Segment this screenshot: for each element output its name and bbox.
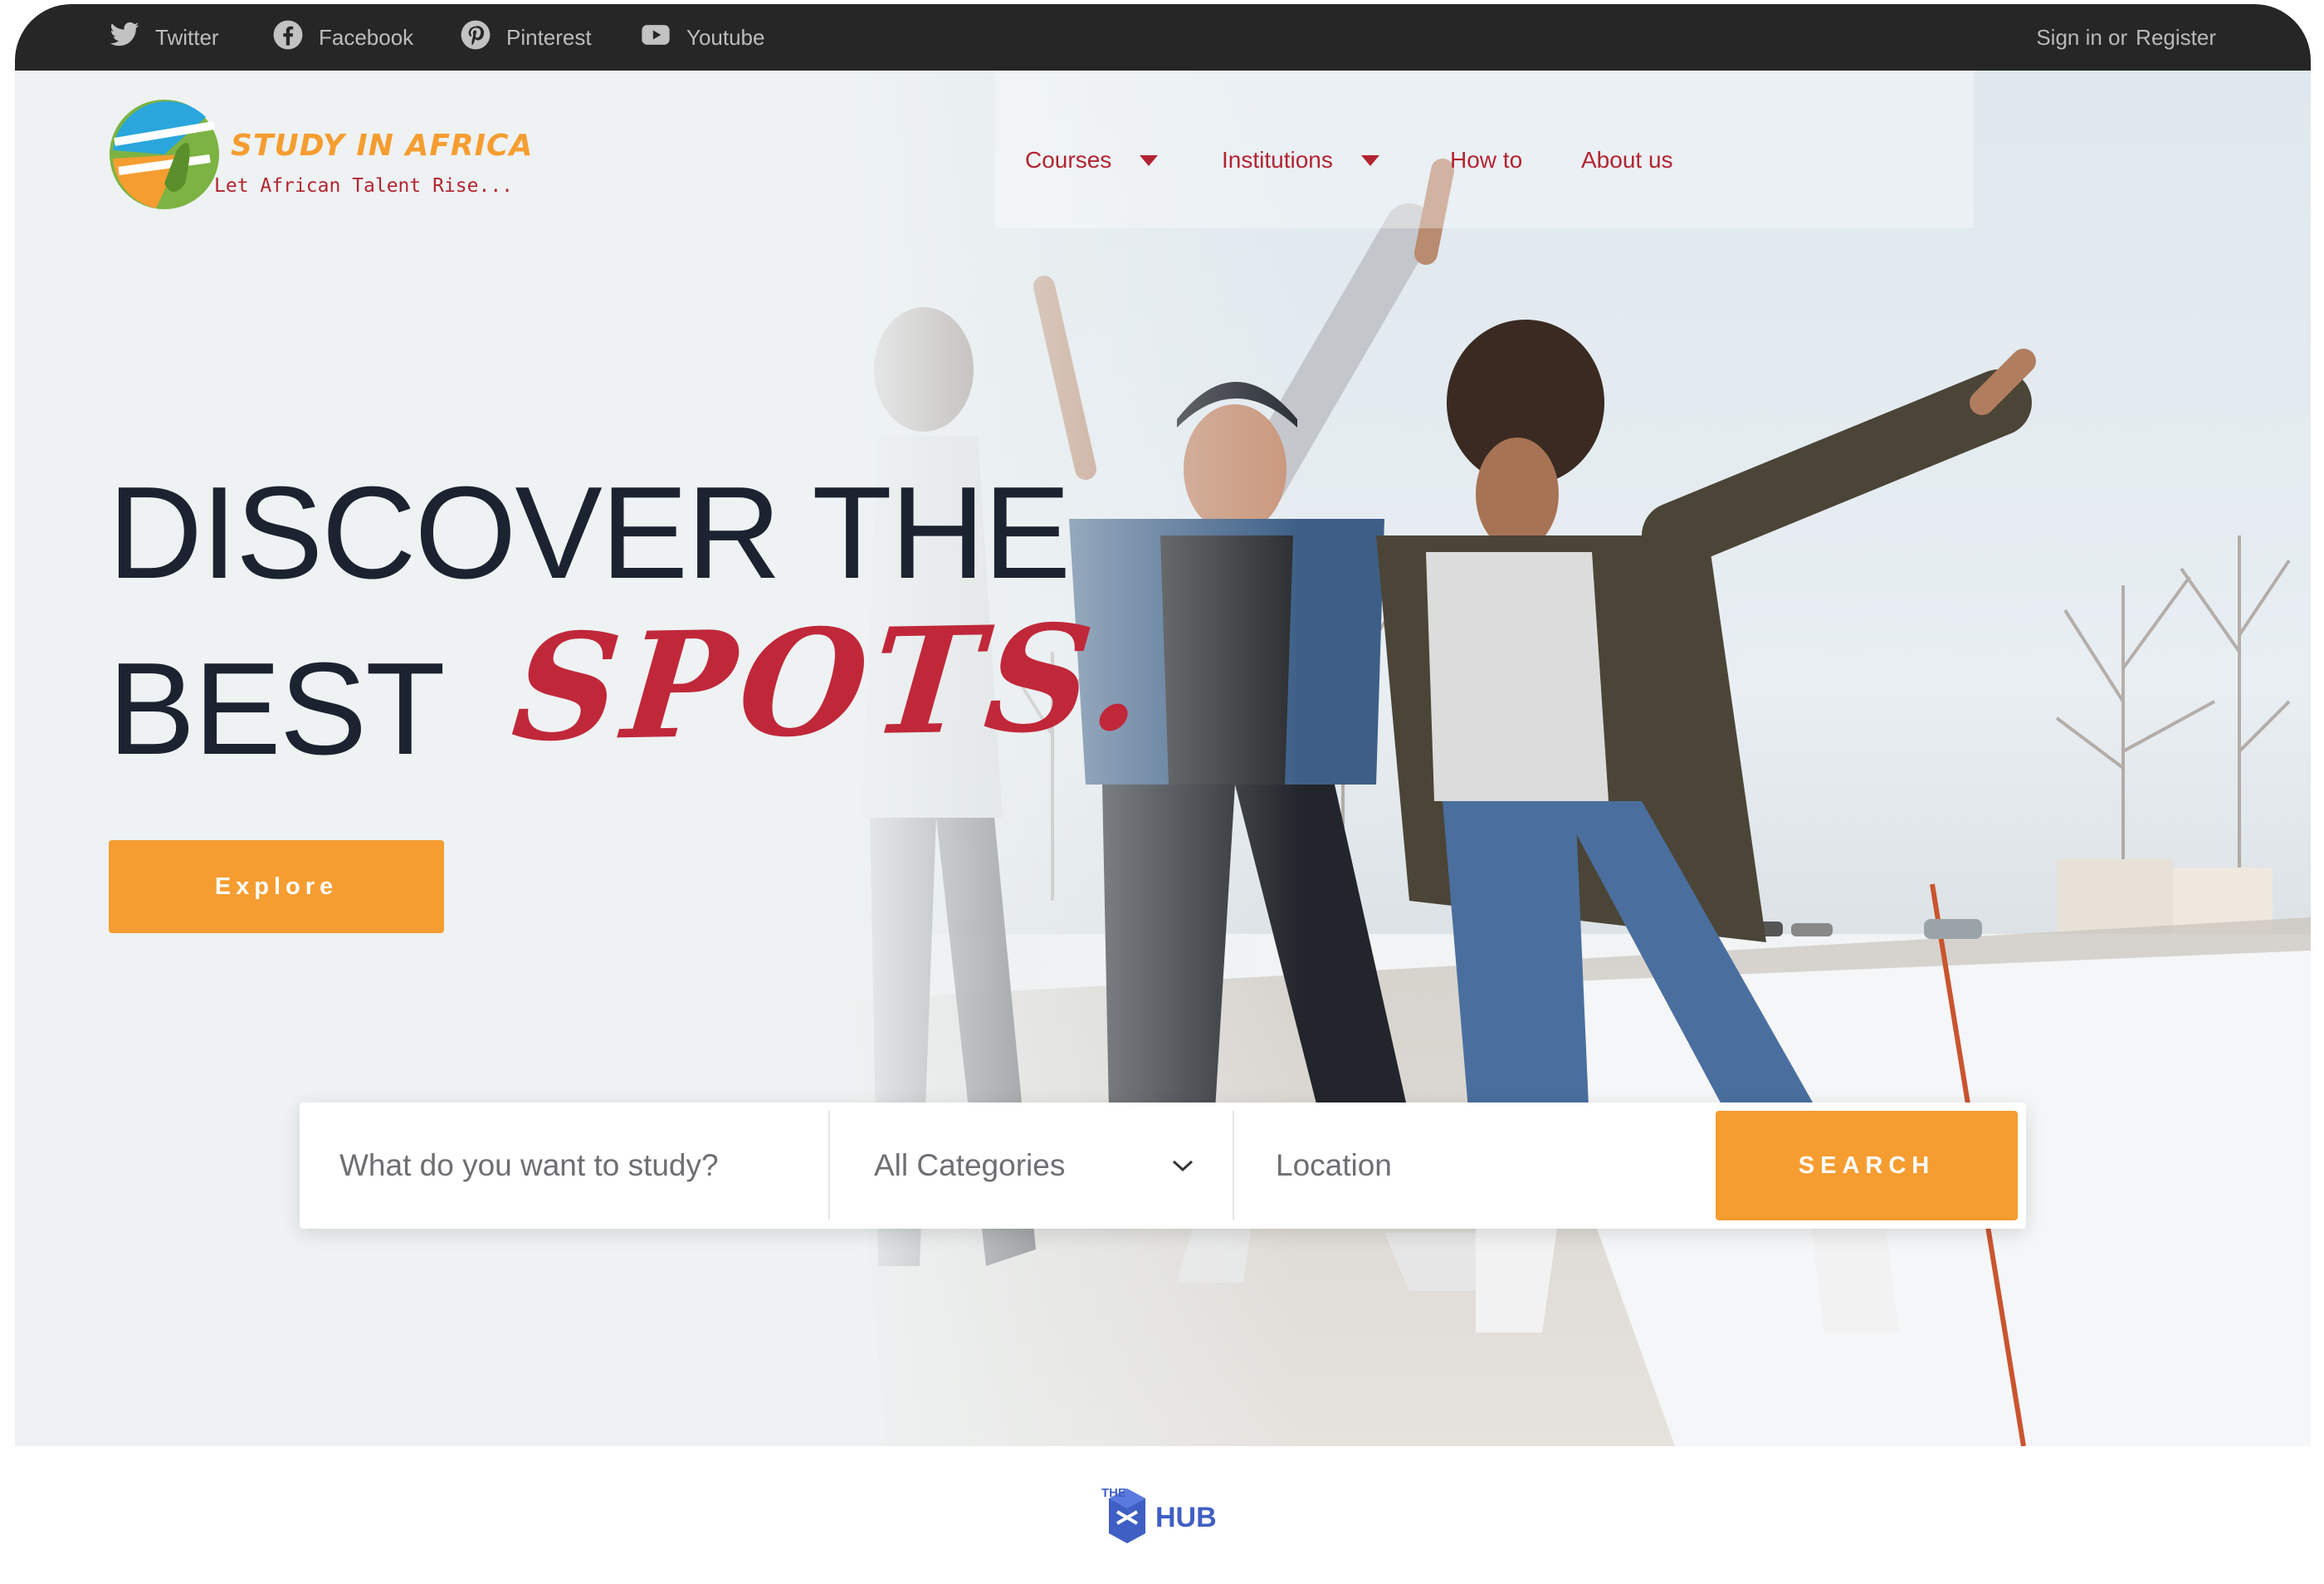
- the-hub-logo: THE HUB: [1094, 1482, 1227, 1548]
- nav-how-to[interactable]: How to: [1450, 144, 1522, 177]
- youtube-icon: [640, 19, 686, 56]
- register-link[interactable]: Register: [2136, 25, 2216, 51]
- study-search-input[interactable]: What do you want to study?: [339, 1102, 821, 1229]
- nav-institutions-label: Institutions: [1222, 147, 1333, 173]
- twitter-link[interactable]: Twitter: [109, 4, 219, 71]
- sign-in-link[interactable]: Sign in or: [2036, 25, 2127, 51]
- hero-headline-line2: BEST: [108, 636, 446, 782]
- twitter-icon: [109, 19, 155, 56]
- location-input[interactable]: Location: [1276, 1102, 1691, 1229]
- category-select-value: All Categories: [874, 1148, 1066, 1182]
- hub-prefix: THE: [1101, 1486, 1126, 1500]
- brand-tagline: Let African Talent Rise...: [214, 175, 514, 197]
- nav-how-to-label: How to: [1450, 147, 1523, 173]
- search-button[interactable]: SEARCH: [1716, 1111, 2018, 1220]
- facebook-link[interactable]: Facebook: [272, 4, 413, 71]
- nav-courses-label: Courses: [1025, 147, 1112, 173]
- search-bar: What do you want to study? All Categorie…: [300, 1102, 2026, 1229]
- hero-section: STUDY IN AFRICA Let African Talent Rise.…: [15, 71, 2311, 1446]
- brand-name: STUDY IN AFRICA: [231, 129, 534, 163]
- category-select[interactable]: All Categories: [874, 1102, 1223, 1229]
- facebook-label: Facebook: [319, 24, 414, 50]
- twitter-label: Twitter: [155, 24, 219, 50]
- nav-institutions[interactable]: Institutions: [1222, 144, 1379, 177]
- pinterest-icon: [460, 19, 506, 56]
- facebook-icon: [272, 19, 319, 56]
- top-bar: Twitter Facebook Pinterest Youtube Sign …: [15, 4, 2311, 71]
- pinterest-link[interactable]: Pinterest: [460, 4, 592, 71]
- pinterest-label: Pinterest: [506, 24, 592, 50]
- explore-button[interactable]: Explore: [109, 840, 444, 933]
- youtube-label: Youtube: [686, 24, 765, 50]
- nav-courses[interactable]: Courses: [1025, 144, 1159, 177]
- browser-frame: Twitter Facebook Pinterest Youtube Sign …: [15, 4, 2311, 1446]
- brand-logo[interactable]: STUDY IN AFRICA Let African Talent Rise.…: [106, 92, 532, 217]
- search-divider: [828, 1111, 830, 1220]
- hero-headline-highlight: SPOTS.: [506, 591, 1155, 775]
- hero-headline-line1: DISCOVER THE: [108, 460, 1071, 606]
- chevron-down-icon: [1360, 154, 1379, 166]
- auth-links: Sign in or Register: [2028, 4, 2216, 71]
- search-divider: [1233, 1111, 1234, 1220]
- hub-text: HUB: [1155, 1502, 1217, 1533]
- nav-about-us[interactable]: About us: [1581, 144, 1673, 177]
- chevron-down-icon: [1172, 1160, 1194, 1172]
- nav-about-us-label: About us: [1581, 147, 1673, 173]
- chevron-down-icon: [1140, 154, 1159, 166]
- youtube-link[interactable]: Youtube: [640, 4, 764, 71]
